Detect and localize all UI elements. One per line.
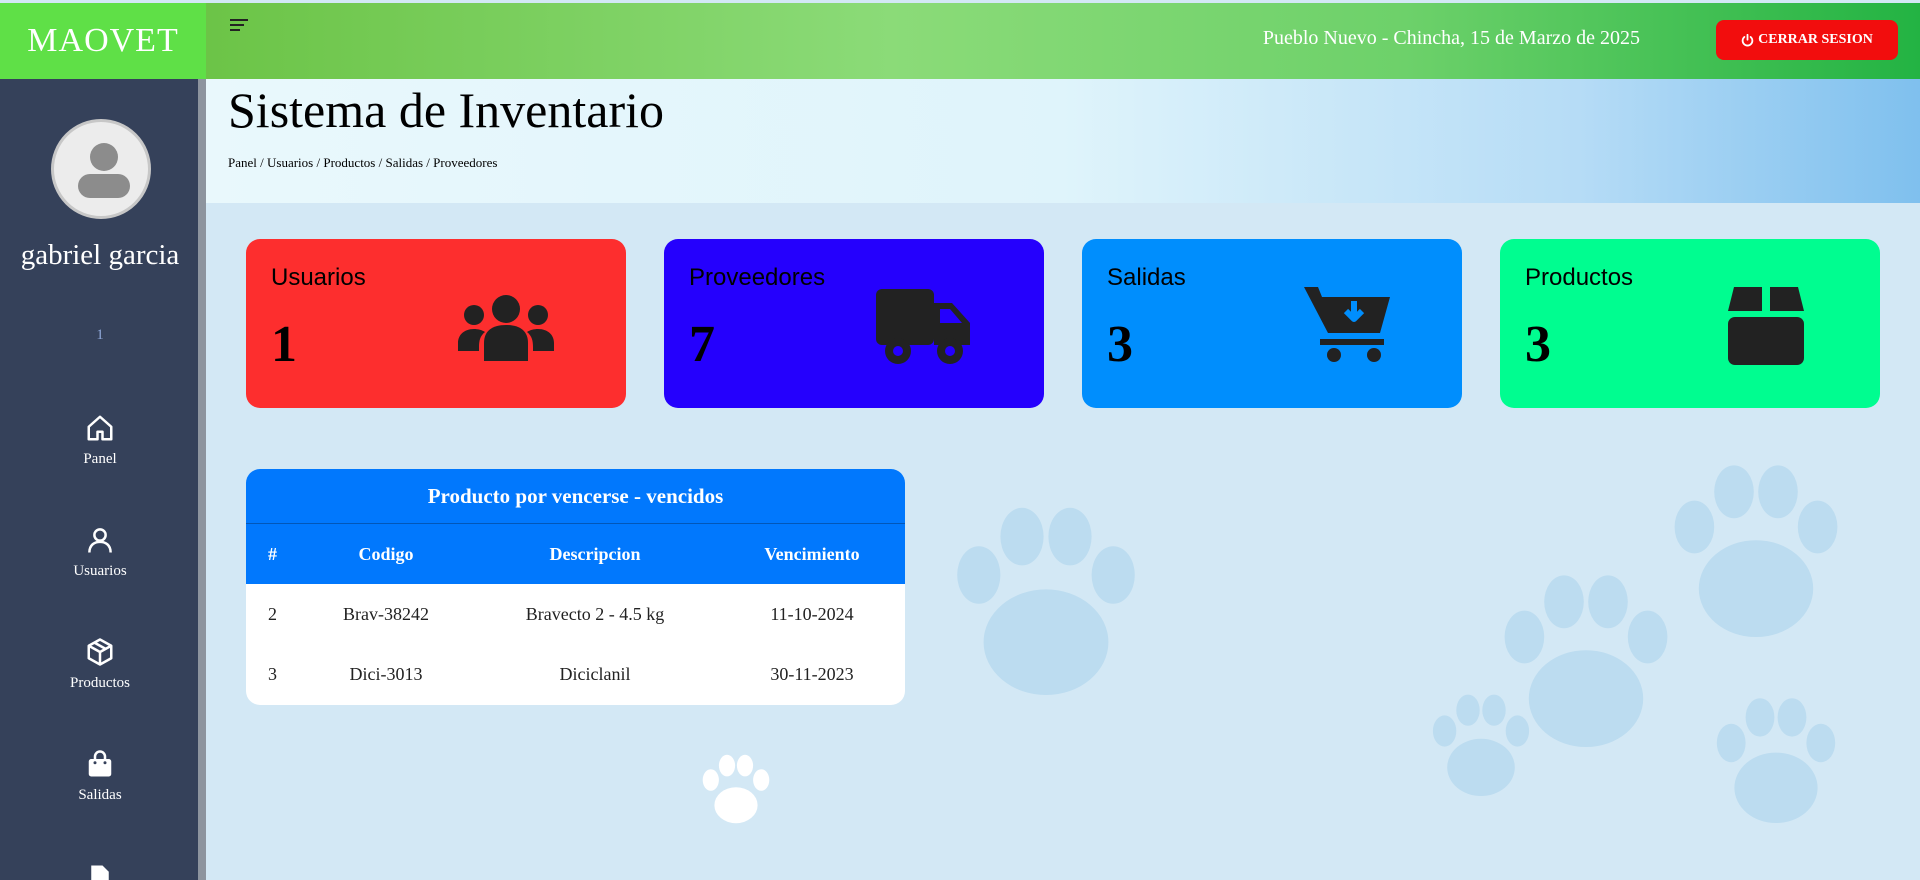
paw-print-icon	[1716, 698, 1836, 823]
sidebar-item-label: Productos	[70, 675, 130, 691]
truck-icon	[876, 289, 970, 364]
sidebar-item-panel[interactable]: Panel	[0, 413, 200, 468]
table-cell: 11-10-2024	[770, 603, 854, 624]
avatar[interactable]	[51, 119, 151, 219]
breadcrumb-usuarios[interactable]: Usuarios	[267, 155, 313, 170]
table-cell: Bravecto 2 - 4.5 kg	[525, 603, 665, 624]
paw-print-icon	[957, 507, 1135, 695]
column-header: Codigo	[358, 543, 414, 564]
app-frame: MAOVET Pueblo Nuevo - Chincha, 15 de Mar…	[0, 0, 1920, 880]
table-cell: Dici-3013	[349, 663, 423, 684]
paw-print-icon	[702, 754, 770, 824]
card-value: 3	[1525, 316, 1551, 373]
breadcrumb-productos[interactable]: Productos	[323, 155, 375, 170]
document-icon	[91, 865, 109, 880]
page-header: Sistema de Inventario Panel / Usuarios /…	[206, 79, 1920, 203]
cart-download-icon	[1304, 287, 1390, 362]
user-icon	[88, 528, 112, 553]
menu-toggle-icon[interactable]	[230, 19, 248, 35]
table-cell: 3	[268, 663, 277, 684]
card-value: 1	[271, 316, 297, 373]
expiry-table: Producto por vencerse - vencidos # Codig…	[246, 469, 905, 705]
sidebar-item-usuarios[interactable]: Usuarios	[0, 525, 200, 580]
table-row: 2 Brav-38242 Bravecto 2 - 4.5 kg 11-10-2…	[246, 584, 905, 644]
breadcrumb-panel[interactable]: Panel	[228, 155, 257, 170]
top-bar: Pueblo Nuevo - Chincha, 15 de Marzo de 2…	[206, 3, 1920, 79]
table-title: Producto por vencerse - vencidos	[246, 469, 905, 524]
sidebar-item-label: Panel	[83, 451, 117, 467]
location-date: Pueblo Nuevo - Chincha, 15 de Marzo de 2…	[1262, 27, 1640, 49]
box-icon	[1728, 287, 1804, 365]
main-content: Sistema de Inventario Panel / Usuarios /…	[206, 79, 1920, 880]
card-value: 3	[1107, 316, 1133, 373]
user-name: gabriel garcia	[20, 239, 180, 271]
users-icon	[458, 295, 554, 361]
column-header: #	[268, 543, 277, 564]
home-icon	[87, 415, 113, 441]
column-header: Descripcion	[549, 543, 641, 564]
power-icon	[1741, 33, 1754, 46]
card-value: 7	[689, 316, 715, 373]
sidebar-item-label: Salidas	[78, 787, 122, 803]
sidebar-item-more[interactable]	[0, 863, 200, 880]
paw-print-icon	[1432, 694, 1530, 796]
card-label: Productos	[1525, 264, 1634, 291]
card-proveedores[interactable]: Proveedores 7	[664, 239, 1044, 408]
table-row: 3 Dici-3013 Diciclanil 30-11-2023	[246, 644, 905, 704]
table-cell: Diciclanil	[559, 663, 631, 684]
table-header-row: # Codigo Descripcion Vencimiento	[246, 524, 905, 584]
paw-print-icon	[1674, 465, 1838, 637]
breadcrumb-salidas[interactable]: Salidas	[385, 155, 423, 170]
sidebar-item-label: Usuarios	[73, 563, 127, 579]
sidebar-item-productos[interactable]: Productos	[0, 637, 200, 692]
card-label: Salidas	[1107, 264, 1186, 291]
table-cell: 2	[268, 603, 277, 624]
logout-label: CERRAR SESION	[1758, 32, 1873, 47]
breadcrumb: Panel / Usuarios / Productos / Salidas /…	[228, 155, 498, 170]
brand-logo[interactable]: MAOVET	[0, 3, 206, 79]
card-usuarios[interactable]: Usuarios 1	[246, 239, 626, 408]
table-cell: 30-11-2023	[770, 663, 854, 684]
card-label: Usuarios	[271, 264, 366, 291]
column-header: Vencimiento	[764, 543, 860, 564]
box-icon	[87, 638, 113, 666]
sidebar-item-salidas[interactable]: Salidas	[0, 749, 200, 804]
shopping-bag-icon	[88, 750, 112, 777]
page-title: Sistema de Inventario	[228, 82, 664, 138]
user-id: 1	[96, 327, 104, 343]
table-cell: Brav-38242	[343, 603, 429, 624]
logout-button[interactable]: CERRAR SESION	[1716, 20, 1898, 60]
card-label: Proveedores	[689, 264, 826, 291]
breadcrumb-proveedores[interactable]: Proveedores	[433, 155, 497, 170]
sidebar: gabriel garcia 1 Panel Usuarios Producto…	[0, 79, 206, 880]
card-productos[interactable]: Productos 3	[1500, 239, 1880, 408]
card-salidas[interactable]: Salidas 3	[1082, 239, 1462, 408]
